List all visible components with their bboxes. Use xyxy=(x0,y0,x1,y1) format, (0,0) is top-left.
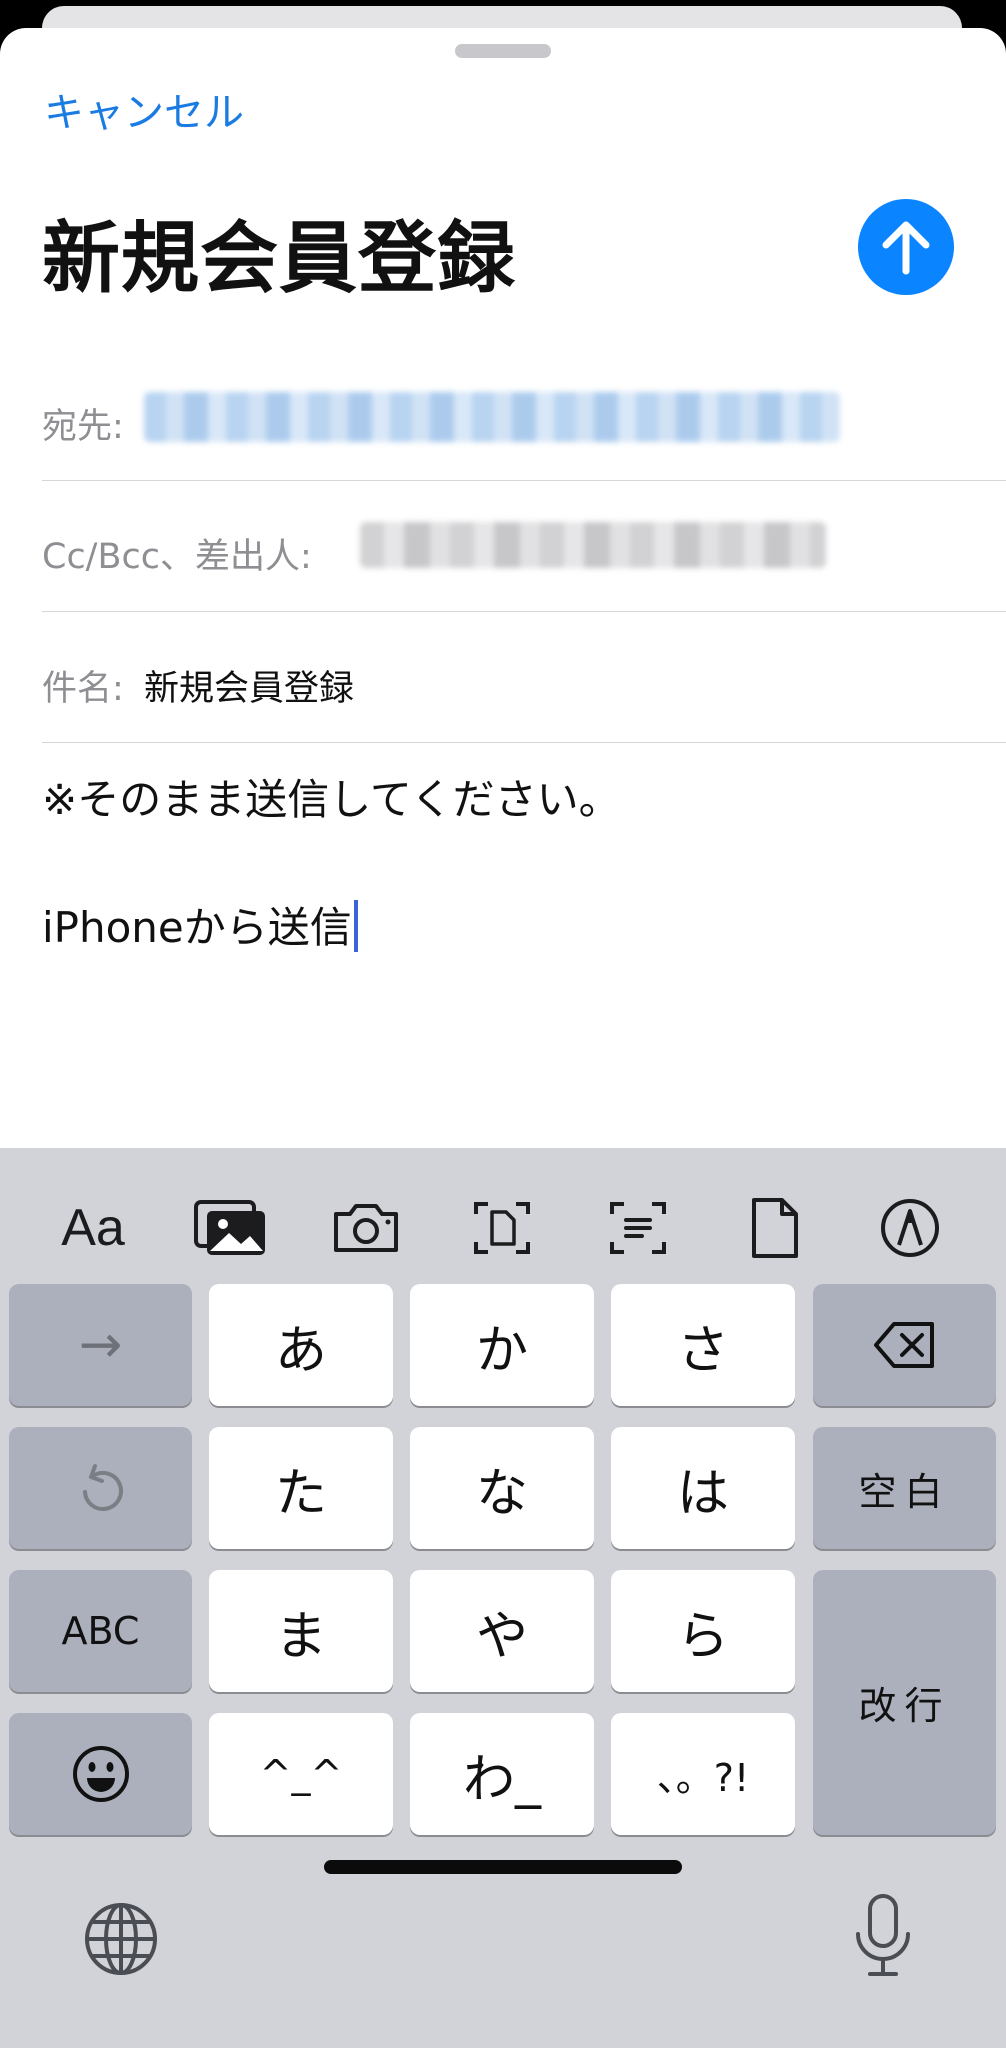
photo-library-icon xyxy=(194,1200,265,1255)
text-cursor xyxy=(353,900,358,952)
send-button[interactable] xyxy=(858,199,954,295)
key-kaomoji-label: ^_^ xyxy=(259,1752,343,1796)
signature-line[interactable]: iPhoneから送信 xyxy=(42,894,358,955)
key-a-label: あ xyxy=(274,1320,327,1381)
home-indicator[interactable] xyxy=(324,1860,682,1874)
to-label: 宛先: xyxy=(42,407,124,447)
key-ma-label: ま xyxy=(274,1606,327,1667)
markup-icon xyxy=(881,1199,939,1257)
delete-key[interactable] xyxy=(813,1284,996,1406)
abc-key-label: ABC xyxy=(61,1609,140,1653)
key-ya-label: や xyxy=(475,1606,528,1667)
dictation-button[interactable] xyxy=(850,1892,916,1980)
next-key-label: → xyxy=(78,1315,123,1375)
globe-icon xyxy=(85,1903,157,1975)
cc-bcc-label: Cc/Bcc、差出人: xyxy=(42,537,312,577)
attach-document-button[interactable] xyxy=(720,1178,830,1278)
key-punctuation-label: 、。?! xyxy=(656,1755,750,1800)
space-key-label: 空白 xyxy=(858,1469,951,1514)
emoji-icon xyxy=(72,1746,129,1802)
scan-document-icon xyxy=(474,1202,530,1254)
key-punctuation[interactable]: 、。?! xyxy=(611,1713,795,1835)
key-ta[interactable]: た xyxy=(209,1427,393,1549)
page-title: 新規会員登録 xyxy=(42,214,517,304)
key-sa-label: さ xyxy=(676,1320,729,1381)
space-key[interactable]: 空白 xyxy=(813,1427,996,1549)
key-ra[interactable]: ら xyxy=(611,1570,795,1692)
scan-text-icon xyxy=(610,1202,666,1254)
divider xyxy=(42,742,1006,743)
key-ya[interactable]: や xyxy=(410,1570,594,1692)
message-body-line[interactable]: ※そのまま送信してください。 xyxy=(42,766,621,827)
key-ma[interactable]: ま xyxy=(209,1570,393,1692)
key-ha-label: は xyxy=(676,1463,729,1524)
scan-text-button[interactable] xyxy=(583,1178,693,1278)
camera-icon xyxy=(334,1204,398,1252)
format-button[interactable]: Aa xyxy=(38,1178,148,1278)
delete-backspace-icon xyxy=(873,1322,934,1368)
format-label: Aa xyxy=(61,1199,125,1257)
divider xyxy=(42,611,1006,612)
to-field[interactable]: 宛先: xyxy=(42,376,1006,506)
key-ra-label: ら xyxy=(676,1606,729,1667)
globe-button[interactable] xyxy=(82,1900,160,1978)
key-wa-label: わ_ xyxy=(462,1749,541,1810)
key-kaomoji[interactable]: ^_^ xyxy=(209,1713,393,1835)
sheet-grabber[interactable] xyxy=(455,44,551,58)
key-ta-label: た xyxy=(274,1463,327,1524)
key-ha[interactable]: は xyxy=(611,1427,795,1549)
next-candidate-key[interactable]: → xyxy=(9,1284,192,1406)
key-na[interactable]: な xyxy=(410,1427,594,1549)
return-key-label: 改行 xyxy=(858,1684,951,1728)
emoji-key[interactable] xyxy=(9,1713,192,1835)
subject-field[interactable]: 件名: 新規会員登録 xyxy=(42,640,1006,770)
return-key[interactable]: 改行 xyxy=(813,1570,996,1835)
cc-bcc-from-field[interactable]: Cc/Bcc、差出人: xyxy=(42,508,1006,638)
abc-key[interactable]: ABC xyxy=(9,1570,192,1692)
camera-button[interactable] xyxy=(311,1178,421,1278)
divider xyxy=(42,480,1006,481)
key-wa[interactable]: わ_ xyxy=(410,1713,594,1835)
scan-document-button[interactable] xyxy=(447,1178,557,1278)
key-sa[interactable]: さ xyxy=(611,1284,795,1406)
photo-library-button[interactable] xyxy=(176,1178,286,1278)
key-a[interactable]: あ xyxy=(209,1284,393,1406)
undo-key[interactable] xyxy=(9,1427,192,1549)
keyboard: Aa → あ か さ た な は 空白 ABC ま や ら 改行 ^_^ わ_ … xyxy=(0,1148,1006,2048)
markup-button[interactable] xyxy=(855,1178,965,1278)
document-icon xyxy=(752,1198,798,1258)
recipient-redacted xyxy=(144,392,840,442)
subject-value[interactable]: 新規会員登録 xyxy=(144,660,354,711)
subject-label: 件名: xyxy=(42,669,124,709)
key-ka-label: か xyxy=(475,1320,528,1381)
undo-icon xyxy=(82,1464,123,1511)
signature-text: iPhoneから送信 xyxy=(42,903,352,952)
key-na-label: な xyxy=(475,1463,528,1524)
key-ka[interactable]: か xyxy=(410,1284,594,1406)
sender-redacted xyxy=(360,522,826,568)
cancel-button[interactable]: キャンセル xyxy=(44,80,244,138)
arrow-up-icon xyxy=(882,221,930,275)
microphone-icon xyxy=(856,1894,910,1976)
